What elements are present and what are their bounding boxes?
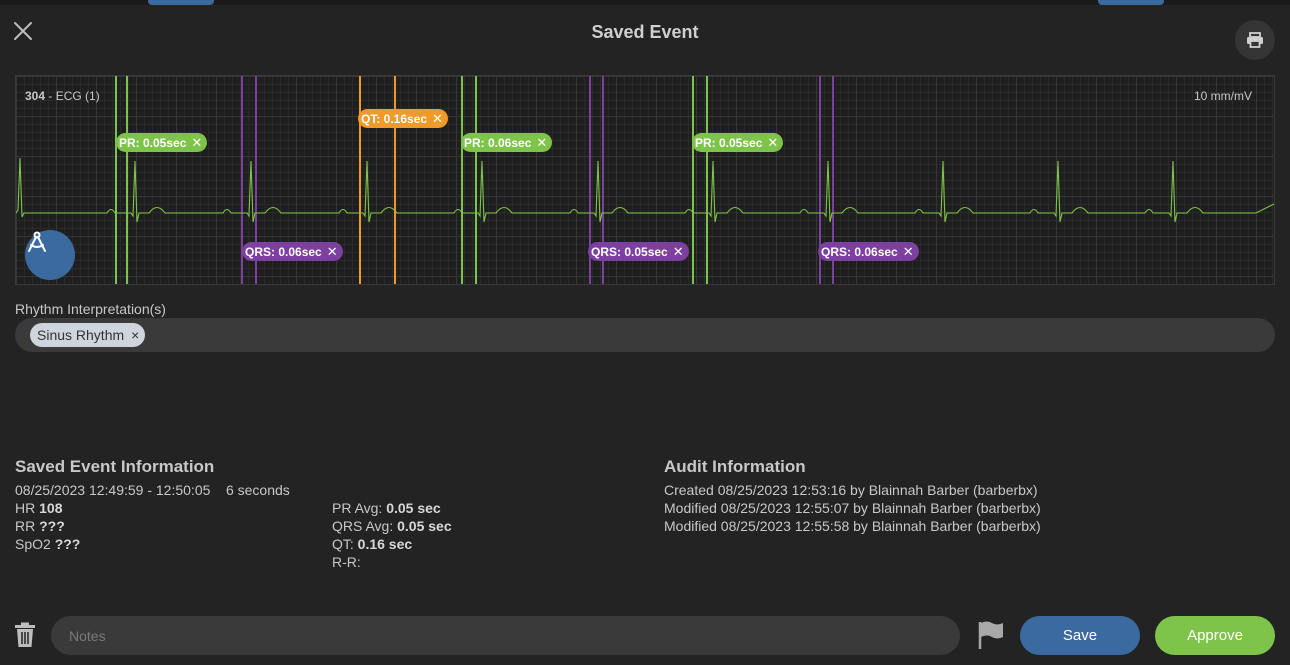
audit-entry: Modified 08/25/2023 12:55:07 by Blainnah… — [664, 500, 1041, 516]
top-tab-indicator[interactable] — [148, 0, 214, 5]
remove-measurement-icon[interactable]: ✕ — [767, 135, 778, 151]
rhythm-chip[interactable]: Sinus Rhythm × — [30, 323, 146, 347]
measurement-qrs[interactable]: QRS: 0.06sec ✕ — [242, 242, 343, 261]
ecg-strip[interactable]: 304 - ECG (1) 10 mm/mV PR: 0.05sec ✕ QT: … — [15, 75, 1275, 285]
trash-icon[interactable] — [13, 622, 37, 648]
measurement-qt[interactable]: QT: 0.16sec ✕ — [358, 109, 448, 128]
approve-button[interactable]: Approve — [1155, 616, 1275, 655]
ecg-waveform — [16, 157, 1274, 223]
caliper-tool-button[interactable] — [25, 230, 75, 280]
print-button[interactable] — [1235, 20, 1275, 60]
remove-measurement-icon[interactable]: ✕ — [673, 244, 684, 260]
measurement-qrs[interactable]: QRS: 0.06sec ✕ — [818, 242, 919, 261]
measurement-qrs[interactable]: QRS: 0.05sec ✕ — [588, 242, 689, 261]
rhythm-interpretation-label: Rhythm Interpretation(s) — [15, 301, 166, 317]
remove-measurement-icon[interactable]: ✕ — [903, 244, 914, 260]
rr-interval-value: R-R: — [332, 554, 361, 570]
qt-value: QT: 0.16 sec — [332, 536, 413, 552]
page-title: Saved Event — [591, 22, 699, 42]
remove-measurement-icon[interactable]: ✕ — [327, 244, 338, 260]
remove-measurement-icon[interactable]: ✕ — [536, 135, 547, 151]
measurement-pr[interactable]: PR: 0.05sec ✕ — [116, 133, 208, 152]
notes-input[interactable] — [51, 616, 960, 655]
flag-icon[interactable] — [977, 620, 1005, 650]
qrs-avg-value: QRS Avg: 0.05 sec — [332, 518, 452, 534]
measurement-pr[interactable]: PR: 0.06sec ✕ — [461, 133, 553, 152]
rr-value: RR ??? — [15, 518, 65, 534]
print-icon — [1247, 32, 1263, 48]
remove-measurement-icon[interactable]: ✕ — [191, 135, 202, 151]
scale-label: 10 mm/mV — [1193, 89, 1252, 103]
audit-entry: Modified 08/25/2023 12:55:58 by Blainnah… — [664, 518, 1041, 534]
saved-event-info-title: Saved Event Information — [15, 457, 215, 476]
remove-rhythm-icon[interactable]: × — [131, 327, 139, 343]
caliper-icon — [28, 231, 46, 252]
audit-entry: Created 08/25/2023 12:53:16 by Blainnah … — [664, 482, 1038, 498]
remove-measurement-icon[interactable]: ✕ — [432, 111, 443, 127]
top-strip — [0, 0, 1290, 5]
rhythm-chip-label: Sinus Rhythm — [37, 327, 125, 343]
hr-value: HR 108 — [15, 500, 63, 516]
top-tab-indicator[interactable] — [1098, 0, 1164, 5]
audit-info-title: Audit Information — [664, 457, 806, 476]
spo2-value: SpO2 ??? — [15, 536, 81, 552]
lead-label: 304 - ECG (1) — [25, 89, 100, 103]
event-time-range: 08/25/2023 12:49:59 - 12:50:05 6 seconds — [15, 482, 290, 498]
measurement-pr[interactable]: PR: 0.05sec ✕ — [692, 133, 784, 152]
save-button[interactable]: Save — [1020, 616, 1140, 655]
rhythm-interpretation-field[interactable]: Sinus Rhythm × — [15, 318, 1275, 352]
pr-avg-value: PR Avg: 0.05 sec — [332, 500, 441, 516]
